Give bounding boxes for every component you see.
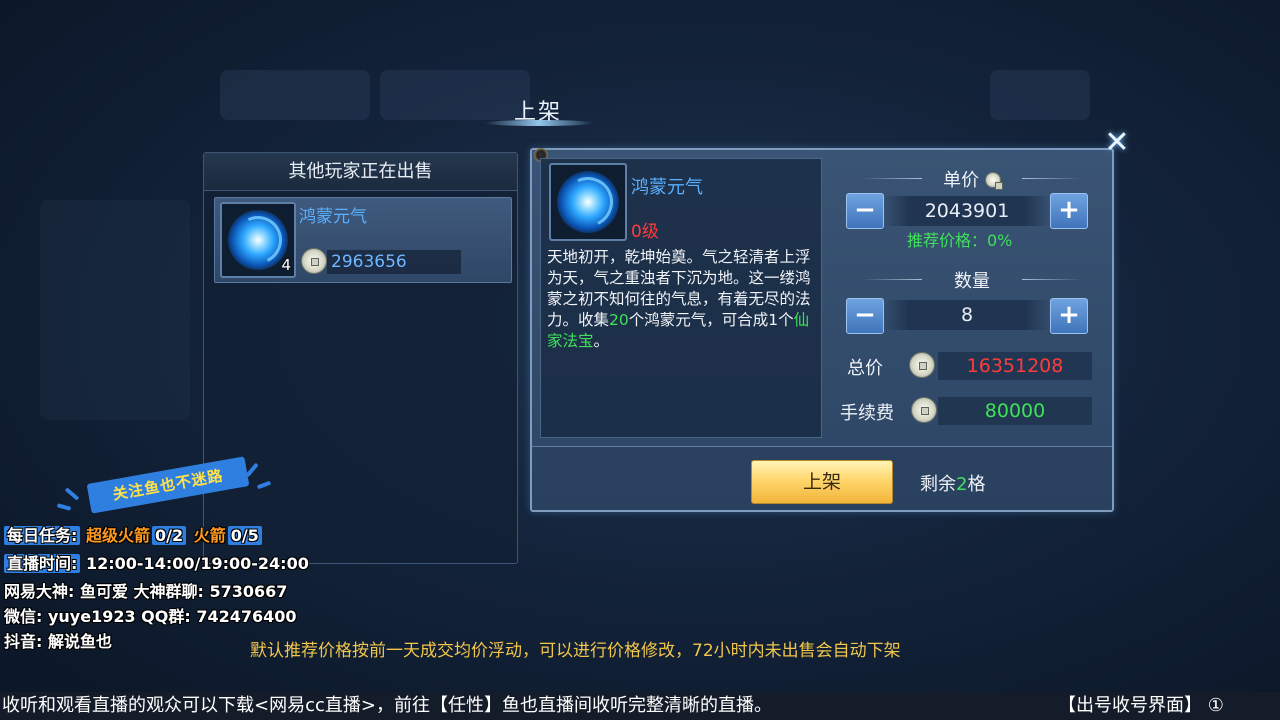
list-item-button[interactable]: 上架 <box>751 460 893 504</box>
listing-quantity: 4 <box>281 256 291 274</box>
fee-label: 手续费 <box>840 403 894 424</box>
close-x-icon[interactable]: ✕ <box>1098 124 1136 162</box>
recommend-price-hint: 推荐价格：0% <box>907 231 1013 250</box>
background-panel <box>990 70 1090 120</box>
contact-line: 微信: yuye1923 QQ群: 742476400 <box>4 607 297 626</box>
live-time-value: 12:00-14:00/19:00-24:00 <box>85 554 309 573</box>
remaining-prefix: 剩余 <box>920 474 956 495</box>
coin-icon <box>911 397 937 423</box>
quantity-input[interactable]: 8 <box>884 300 1050 330</box>
quantity-plus-button[interactable]: + <box>1050 298 1088 334</box>
seller-listing-row[interactable]: 4 鸿蒙元气 2963656 <box>214 197 512 283</box>
coin-icon <box>984 172 1003 190</box>
unit-price-heading: 单价 <box>862 166 1082 192</box>
other-sellers-title: 其他玩家正在出售 <box>204 153 517 191</box>
ticker-text: 收听和观看直播的观众可以下载<网易cc直播>，前往【任性】鱼也直播间收听完整清晰… <box>2 695 772 716</box>
quantity-heading: 数量 <box>862 267 1082 293</box>
coin-icon <box>301 248 327 274</box>
coin-icon <box>909 352 935 378</box>
unit-price-input[interactable]: 2043901 <box>884 196 1050 226</box>
unit-price-label: 单价 <box>943 170 980 191</box>
live-time-line: 直播时间: 12:00-14:00/19:00-24:00 <box>4 550 309 574</box>
hongmeng-orb-icon: 4 <box>220 202 296 278</box>
fee-value: 80000 <box>938 397 1092 425</box>
desc-part: 个鸿蒙元气，可合成1个 <box>628 311 794 329</box>
other-sellers-panel: 其他玩家正在出售 4 鸿蒙元气 2963656 <box>203 152 518 564</box>
remaining-count: 2 <box>956 474 968 495</box>
daily-task-line: 每日任务: 超级火箭 0/2 火箭 0/5 <box>4 522 264 546</box>
remaining-slots: 剩余2格 <box>920 470 985 496</box>
desc-part: 。 <box>593 332 610 350</box>
listing-item-name: 鸿蒙元气 <box>299 207 367 227</box>
item-description: 天地初开，乾坤始奠。气之轻清者上浮为天，气之重浊者下沉为地。这一缕鸿蒙之初不知何… <box>547 247 817 352</box>
item-detail-box: 鸿蒙元气 0级 天地初开，乾坤始奠。气之轻清者上浮为天，气之重浊者下沉为地。这一… <box>540 158 822 438</box>
item-name: 鸿蒙元气 <box>631 177 703 198</box>
contact-line: 网易大神: 鱼可爱 大神群聊: 5730667 <box>4 582 288 601</box>
contact-line: 抖音: 解说鱼也 <box>4 632 112 651</box>
window-title: 上架 <box>478 94 598 134</box>
background-panel <box>40 200 190 420</box>
item-level: 0级 <box>631 222 659 242</box>
task2-progress: 0/5 <box>227 526 262 545</box>
hongmeng-orb-icon <box>549 163 627 241</box>
listing-rules-text: 默认推荐价格按前一天成交均价浮动，可以进行价格修改，72小时内未出售会自动下架 <box>250 641 901 661</box>
listing-price: 2963656 <box>327 250 461 274</box>
ticker-right-text: 【出号收号界面】 ① <box>1058 695 1224 716</box>
total-price-value: 16351208 <box>938 352 1092 380</box>
title-swoosh-decoration <box>484 120 594 126</box>
task1-name: 超级火箭 <box>85 526 150 545</box>
task2-name: 火箭 <box>193 526 226 545</box>
background-panel <box>220 70 370 120</box>
total-price-label: 总价 <box>847 358 883 379</box>
task1-progress: 0/2 <box>152 526 187 545</box>
unit-price-plus-button[interactable]: + <box>1050 193 1088 229</box>
unit-price-minus-button[interactable]: − <box>846 193 884 229</box>
stream-ticker: 收听和观看直播的观众可以下载<网易cc直播>，前往【任性】鱼也直播间收听完整清晰… <box>0 692 1280 720</box>
quantity-minus-button[interactable]: − <box>846 298 884 334</box>
remaining-suffix: 格 <box>967 474 986 495</box>
banner-ray-decoration <box>56 503 72 511</box>
live-time-label: 直播时间: <box>4 554 81 573</box>
banner-ray-decoration <box>64 487 80 501</box>
daily-task-label: 每日任务: <box>4 526 81 545</box>
desc-part-highlight: 20 <box>609 311 629 329</box>
